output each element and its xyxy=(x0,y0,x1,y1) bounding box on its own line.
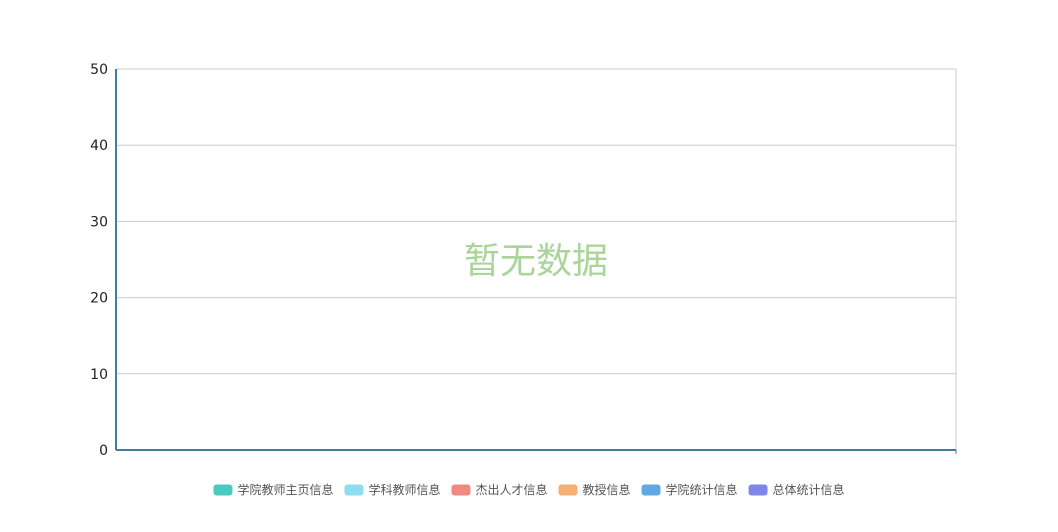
legend-label: 学院教师主页信息 xyxy=(237,482,333,497)
legend-item: 学科教师信息 xyxy=(344,482,440,497)
legend-swatch xyxy=(641,484,661,496)
legend-label: 学院统计信息 xyxy=(666,482,738,497)
legend: 学院教师主页信息 学科教师信息 杰出人才信息 教授信息 学院统计信息 总体统计信息 xyxy=(213,482,845,497)
y-tick-label: 30 xyxy=(90,214,108,230)
legend-label: 总体统计信息 xyxy=(773,482,845,497)
legend-swatch xyxy=(344,484,364,496)
y-tick-label: 10 xyxy=(90,367,108,383)
legend-item: 教授信息 xyxy=(558,482,631,497)
legend-swatch xyxy=(558,484,578,496)
legend-item: 学院教师主页信息 xyxy=(213,482,333,497)
chart: 0 10 20 30 40 50 暂无数据 学院教师主页信息 学科教师信息 杰出人才信息 教授信… xyxy=(90,62,957,497)
legend-item: 杰出人才信息 xyxy=(451,482,548,497)
no-data-message: 暂无数据 xyxy=(464,241,608,282)
legend-item: 总体统计信息 xyxy=(748,482,845,497)
legend-label: 学科教师信息 xyxy=(368,482,440,497)
legend-label: 杰出人才信息 xyxy=(475,482,547,497)
y-tick-label: 20 xyxy=(90,291,108,307)
legend-swatch xyxy=(451,484,471,496)
y-tick-label: 0 xyxy=(99,443,108,459)
legend-swatch xyxy=(748,484,768,496)
y-tick-labels: 0 10 20 30 40 50 xyxy=(90,62,108,459)
legend-swatch xyxy=(213,484,233,496)
legend-item: 学院统计信息 xyxy=(641,482,738,497)
y-tick-label: 50 xyxy=(90,62,108,78)
legend-label: 教授信息 xyxy=(583,482,631,497)
y-tick-label: 40 xyxy=(90,138,108,154)
